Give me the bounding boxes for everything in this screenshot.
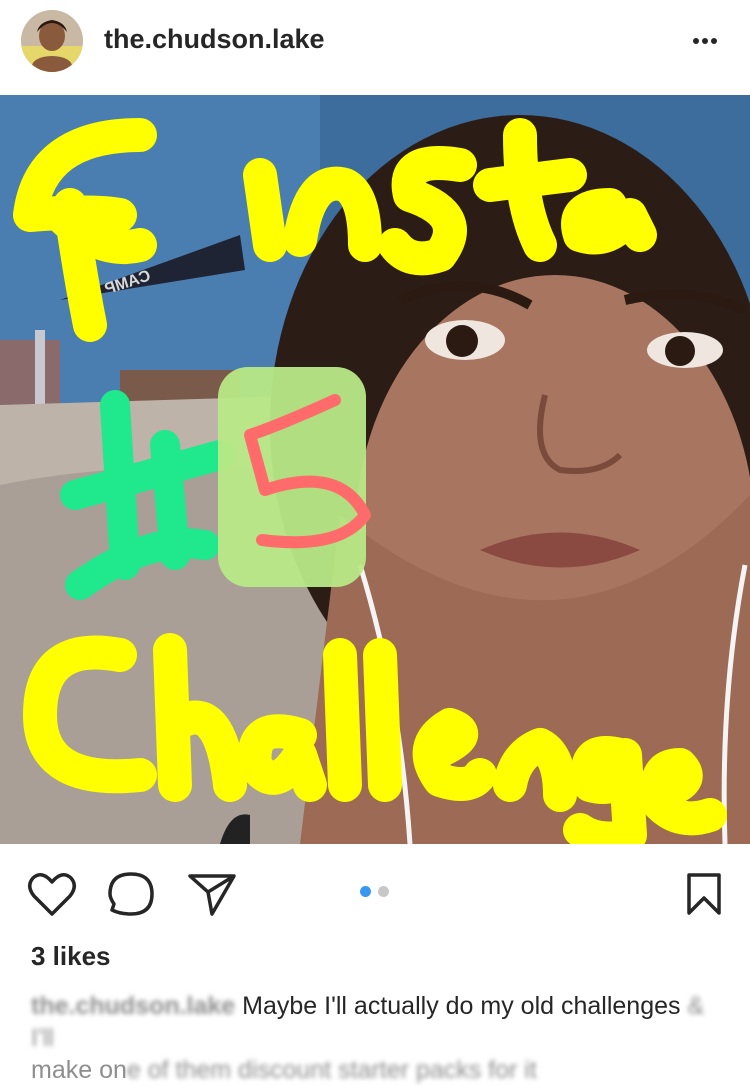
heart-icon	[28, 873, 76, 916]
caption-text: Maybe I'll actually do my old challenges	[242, 992, 681, 1020]
more-options-button[interactable]	[688, 26, 722, 56]
more-dots-icon	[693, 38, 717, 44]
likes-count[interactable]: 3 likes	[31, 941, 111, 972]
overlay-highlight-block	[218, 367, 366, 587]
share-button[interactable]	[186, 870, 238, 923]
carousel-dot-active	[360, 886, 371, 897]
like-button[interactable]	[26, 870, 78, 923]
avatar[interactable]	[21, 10, 83, 72]
post-photo[interactable]: CAMP RU	[0, 95, 750, 844]
caption-line2-start: make on	[31, 1056, 127, 1084]
post-header: the.chudson.lake	[0, 0, 750, 95]
caption-line2-blurred: e of them discount starter packs for it	[126, 1056, 537, 1084]
comment-button[interactable]	[106, 870, 156, 923]
username-link[interactable]: the.chudson.lake	[104, 24, 325, 55]
caption-username[interactable]: the.chudson.lake	[31, 992, 235, 1020]
paper-plane-icon	[188, 874, 236, 916]
save-button[interactable]	[684, 870, 724, 923]
post-caption: the.chudson.lake Maybe I'll actually do …	[31, 990, 731, 1086]
comment-icon	[108, 872, 154, 916]
carousel-dot	[378, 886, 389, 897]
carousel-indicator	[358, 884, 398, 900]
bookmark-icon	[687, 873, 721, 915]
